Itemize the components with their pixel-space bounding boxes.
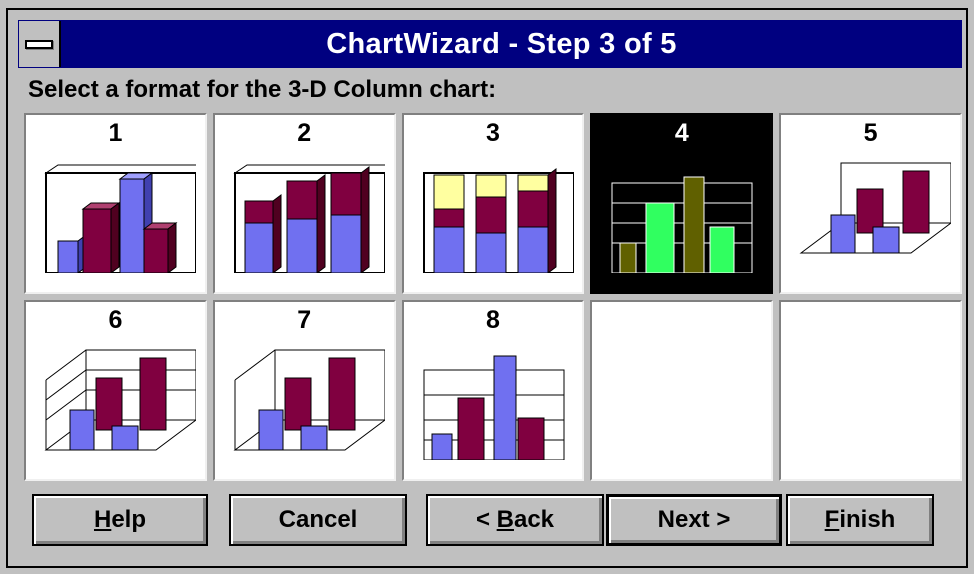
- finish-accel: F: [824, 506, 840, 533]
- format-option-4[interactable]: 4: [590, 113, 774, 294]
- dialog-title: ChartWizard - Step 3 of 5: [326, 27, 677, 60]
- format-number: 1: [108, 119, 123, 147]
- format-number: 7: [297, 306, 312, 334]
- format-3-thumbnail: [422, 168, 574, 273]
- cancel-label: Cancel: [278, 506, 358, 533]
- format-option-7[interactable]: 7: [212, 300, 396, 481]
- finish-label: inish: [839, 506, 896, 533]
- format-number: 3: [486, 119, 500, 147]
- next-label: Next >: [657, 506, 731, 533]
- finish-button[interactable]: Finish: [786, 494, 934, 546]
- system-menu-button[interactable]: [19, 21, 61, 67]
- format-option-empty: [590, 300, 774, 481]
- format-number: 4: [674, 119, 689, 147]
- back-accel: B: [496, 506, 514, 533]
- back-prefix: <: [475, 506, 497, 533]
- help-accel: H: [93, 506, 112, 533]
- cancel-button[interactable]: Cancel: [229, 494, 407, 546]
- format-2-thumbnail: [233, 164, 385, 273]
- help-button[interactable]: Help: [32, 494, 208, 546]
- format-option-1[interactable]: 1: [24, 113, 207, 294]
- format-number: 8: [486, 306, 500, 334]
- help-label: elp: [111, 506, 147, 533]
- format-number: 6: [108, 306, 123, 334]
- format-option-empty: [779, 300, 962, 481]
- format-option-3[interactable]: 3: [401, 113, 585, 294]
- back-label: ack: [513, 506, 555, 533]
- format-7-thumbnail: [233, 349, 385, 451]
- format-option-2[interactable]: 2: [212, 113, 396, 294]
- format-option-6[interactable]: 6: [24, 300, 207, 481]
- format-option-8[interactable]: 8: [401, 300, 585, 481]
- system-menu-icon: [25, 39, 53, 49]
- format-option-5[interactable]: 5: [779, 113, 962, 294]
- format-8-thumbnail: [423, 355, 565, 460]
- title-bar: ChartWizard - Step 3 of 5: [18, 20, 962, 68]
- format-1-thumbnail: [44, 164, 196, 273]
- format-4-thumbnail: [611, 176, 753, 273]
- button-row: Help Cancel < Back Next > Finish: [24, 494, 962, 550]
- format-prompt: Select a format for the 3-D Column chart…: [28, 76, 497, 103]
- format-6-thumbnail: [44, 349, 196, 451]
- format-5-thumbnail: [799, 162, 952, 254]
- format-number: 5: [863, 119, 878, 147]
- back-button[interactable]: < Back: [426, 494, 604, 546]
- next-button[interactable]: Next >: [606, 494, 782, 546]
- format-gallery: 1 2 3 4 5 6 7 8: [24, 113, 962, 481]
- format-number: 2: [297, 119, 312, 147]
